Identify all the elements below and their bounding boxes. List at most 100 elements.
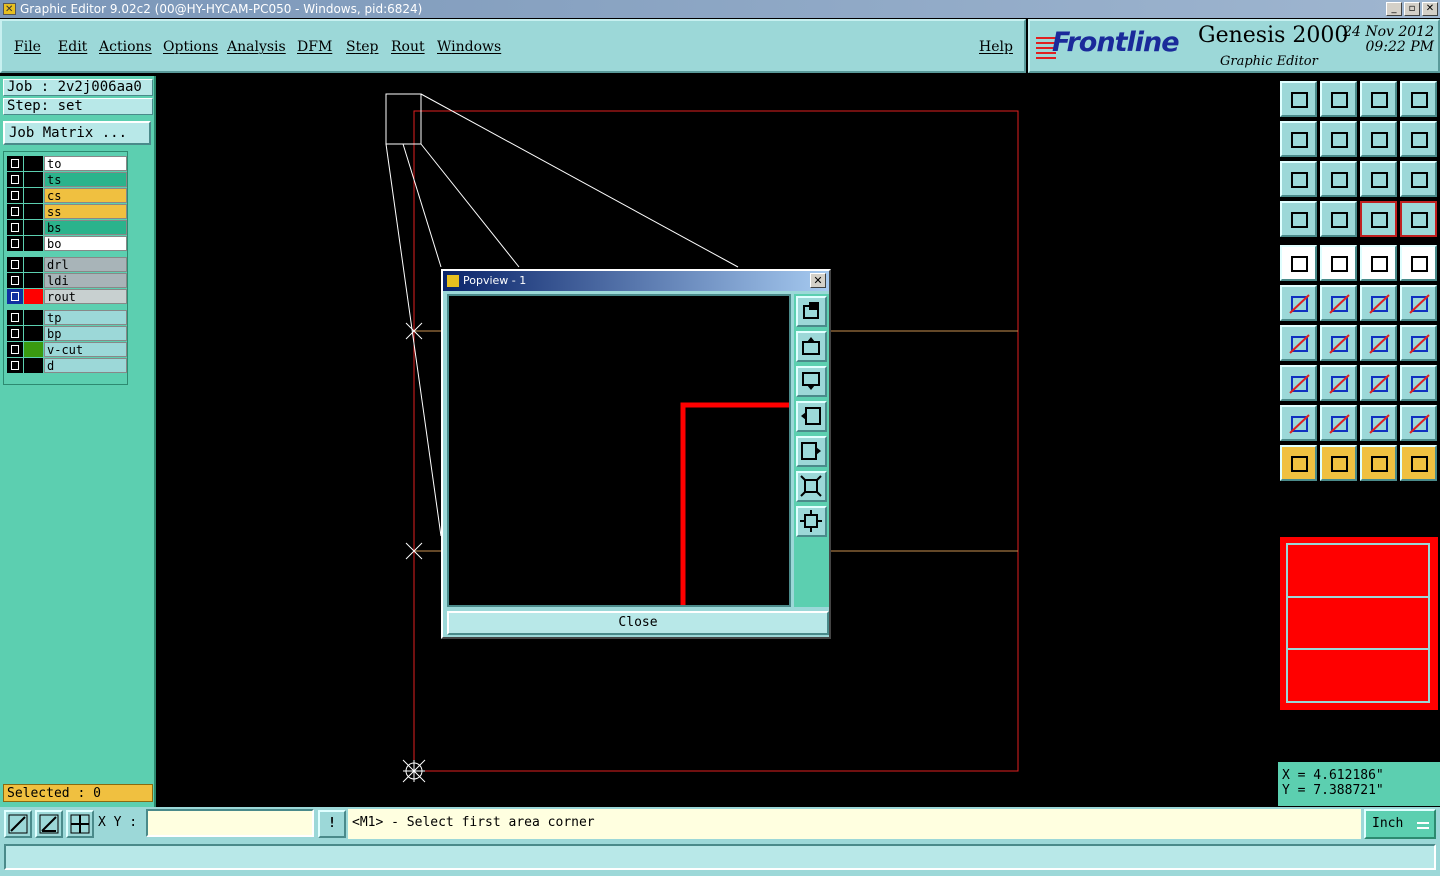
snap-tool-icon[interactable] <box>1320 245 1357 281</box>
job-matrix-button[interactable]: Job Matrix ... <box>3 121 151 145</box>
layer-row-to[interactable]: to <box>7 156 127 171</box>
popview-close-icon[interactable]: ✕ <box>810 273 826 288</box>
layer-name[interactable]: ldi <box>44 273 127 288</box>
break-icon[interactable] <box>1320 365 1357 401</box>
menu-rout[interactable]: Rout <box>391 39 425 55</box>
popview-zoom-in-icon[interactable] <box>796 471 827 502</box>
layer-row-rout[interactable]: rout <box>7 289 127 304</box>
popview-close-button[interactable]: Close <box>447 611 829 635</box>
layer-checkbox[interactable] <box>7 257 23 272</box>
menu-windows[interactable]: Windows <box>437 39 501 55</box>
layer-name[interactable]: cs <box>44 188 127 203</box>
layer-checkbox[interactable] <box>7 236 23 251</box>
ruler-icon[interactable] <box>1360 245 1397 281</box>
units-select[interactable]: Inch <box>1364 809 1436 839</box>
layer-name[interactable]: bs <box>44 220 127 235</box>
exclamation-button[interactable]: ! <box>318 810 346 838</box>
popview-pan-down-icon[interactable] <box>796 366 827 397</box>
maximize-button[interactable]: ▫ <box>1404 2 1420 16</box>
minimize-button[interactable]: _ <box>1386 2 1402 16</box>
popview-zoom-out-icon[interactable] <box>796 506 827 537</box>
pointer-box-icon[interactable] <box>1320 445 1357 481</box>
layer-name[interactable]: d <box>44 358 127 373</box>
zoom-1to1-icon[interactable] <box>1360 161 1397 197</box>
menu-dfm[interactable]: DFM <box>297 39 332 55</box>
redraw-icon[interactable] <box>1400 121 1437 157</box>
layer-row-tp[interactable]: tp <box>7 310 127 325</box>
triangle-icon[interactable] <box>1280 405 1317 441</box>
pan-left-icon[interactable] <box>1280 121 1317 157</box>
pad-icon[interactable] <box>1400 245 1437 281</box>
dimension-icon[interactable] <box>1360 365 1397 401</box>
help-icon[interactable] <box>1400 161 1437 197</box>
intersect-icon[interactable] <box>1320 285 1357 321</box>
popview-titlebar[interactable]: Popview - 1 ✕ <box>443 271 829 291</box>
pointer-icon[interactable] <box>1280 445 1317 481</box>
snap-angle-icon[interactable] <box>35 810 63 838</box>
snap-diagonal-icon[interactable] <box>4 810 32 838</box>
layer-name[interactable]: to <box>44 156 127 171</box>
layer-checkbox[interactable] <box>7 310 23 325</box>
layer-row-ss[interactable]: ss <box>7 204 127 219</box>
layer-row-ldi[interactable]: ldi <box>7 273 127 288</box>
layer-row-d[interactable]: d <box>7 358 127 373</box>
mirror-icon[interactable] <box>1400 325 1437 361</box>
popview-pan-up-icon[interactable] <box>796 331 827 362</box>
popview-zoom-icon[interactable] <box>796 296 827 327</box>
grid-icon[interactable] <box>1320 201 1357 237</box>
layer-checkbox[interactable] <box>7 273 23 288</box>
menu-file[interactable]: File <box>14 39 41 55</box>
layer-checkbox[interactable] <box>7 289 23 304</box>
pan-right-icon[interactable] <box>1320 121 1357 157</box>
menu-actions[interactable]: Actions <box>99 39 152 55</box>
line-icon[interactable] <box>1320 325 1357 361</box>
layer-row-bo[interactable]: bo <box>7 236 127 251</box>
layer-row-drl[interactable]: drl <box>7 257 127 272</box>
chamfer-icon[interactable] <box>1320 405 1357 441</box>
snap-grid-icon[interactable] <box>66 810 94 838</box>
menu-edit[interactable]: Edit <box>58 39 87 55</box>
fillet-icon[interactable] <box>1360 405 1397 441</box>
window-split-icon[interactable] <box>1400 81 1437 117</box>
popview-canvas[interactable] <box>447 294 791 607</box>
layer-checkbox[interactable] <box>7 156 23 171</box>
home-icon[interactable] <box>1360 81 1397 117</box>
group-icon[interactable] <box>1400 365 1437 401</box>
layer-compare-alt-icon[interactable] <box>1400 201 1437 237</box>
layer-compare-icon[interactable] <box>1360 201 1397 237</box>
close-window-button[interactable]: ✕ <box>1422 2 1438 16</box>
layer-checkbox[interactable] <box>7 188 23 203</box>
layer-row-v-cut[interactable]: v-cut <box>7 342 127 357</box>
measure-tool-icon[interactable] <box>1280 245 1317 281</box>
popview-pan-left-icon[interactable] <box>796 401 827 432</box>
pan-down-icon[interactable] <box>1320 81 1357 117</box>
layer-checkbox[interactable] <box>7 172 23 187</box>
layer-name[interactable]: bp <box>44 326 127 341</box>
overview-minimap[interactable] <box>1280 537 1438 710</box>
extend-icon[interactable] <box>1400 285 1437 321</box>
menu-help[interactable]: Help <box>979 39 1013 55</box>
layer-row-bp[interactable]: bp <box>7 326 127 341</box>
layer-name[interactable]: ss <box>44 204 127 219</box>
xy-input[interactable] <box>146 809 314 837</box>
menu-step[interactable]: Step <box>346 39 378 55</box>
pan-up-icon[interactable] <box>1280 81 1317 117</box>
popview-pan-right-icon[interactable] <box>796 436 827 467</box>
layer-name[interactable]: ts <box>44 172 127 187</box>
move-nodes-icon[interactable] <box>1280 285 1317 321</box>
undo-view-icon[interactable] <box>1360 121 1397 157</box>
layer-checkbox[interactable] <box>7 220 23 235</box>
connect-icon[interactable] <box>1360 285 1397 321</box>
layer-row-cs[interactable]: cs <box>7 188 127 203</box>
zoom-out-icon[interactable] <box>1320 161 1357 197</box>
layer-name[interactable]: tp <box>44 310 127 325</box>
net-pointer-icon[interactable] <box>1400 445 1437 481</box>
layer-name[interactable]: bo <box>44 236 127 251</box>
layer-name[interactable]: rout <box>44 289 127 304</box>
layer-name[interactable]: v-cut <box>44 342 127 357</box>
zoom-in-icon[interactable] <box>1280 161 1317 197</box>
round-icon[interactable] <box>1400 405 1437 441</box>
menu-options[interactable]: Options <box>163 39 218 55</box>
arc-icon[interactable] <box>1360 325 1397 361</box>
layer-checkbox[interactable] <box>7 204 23 219</box>
